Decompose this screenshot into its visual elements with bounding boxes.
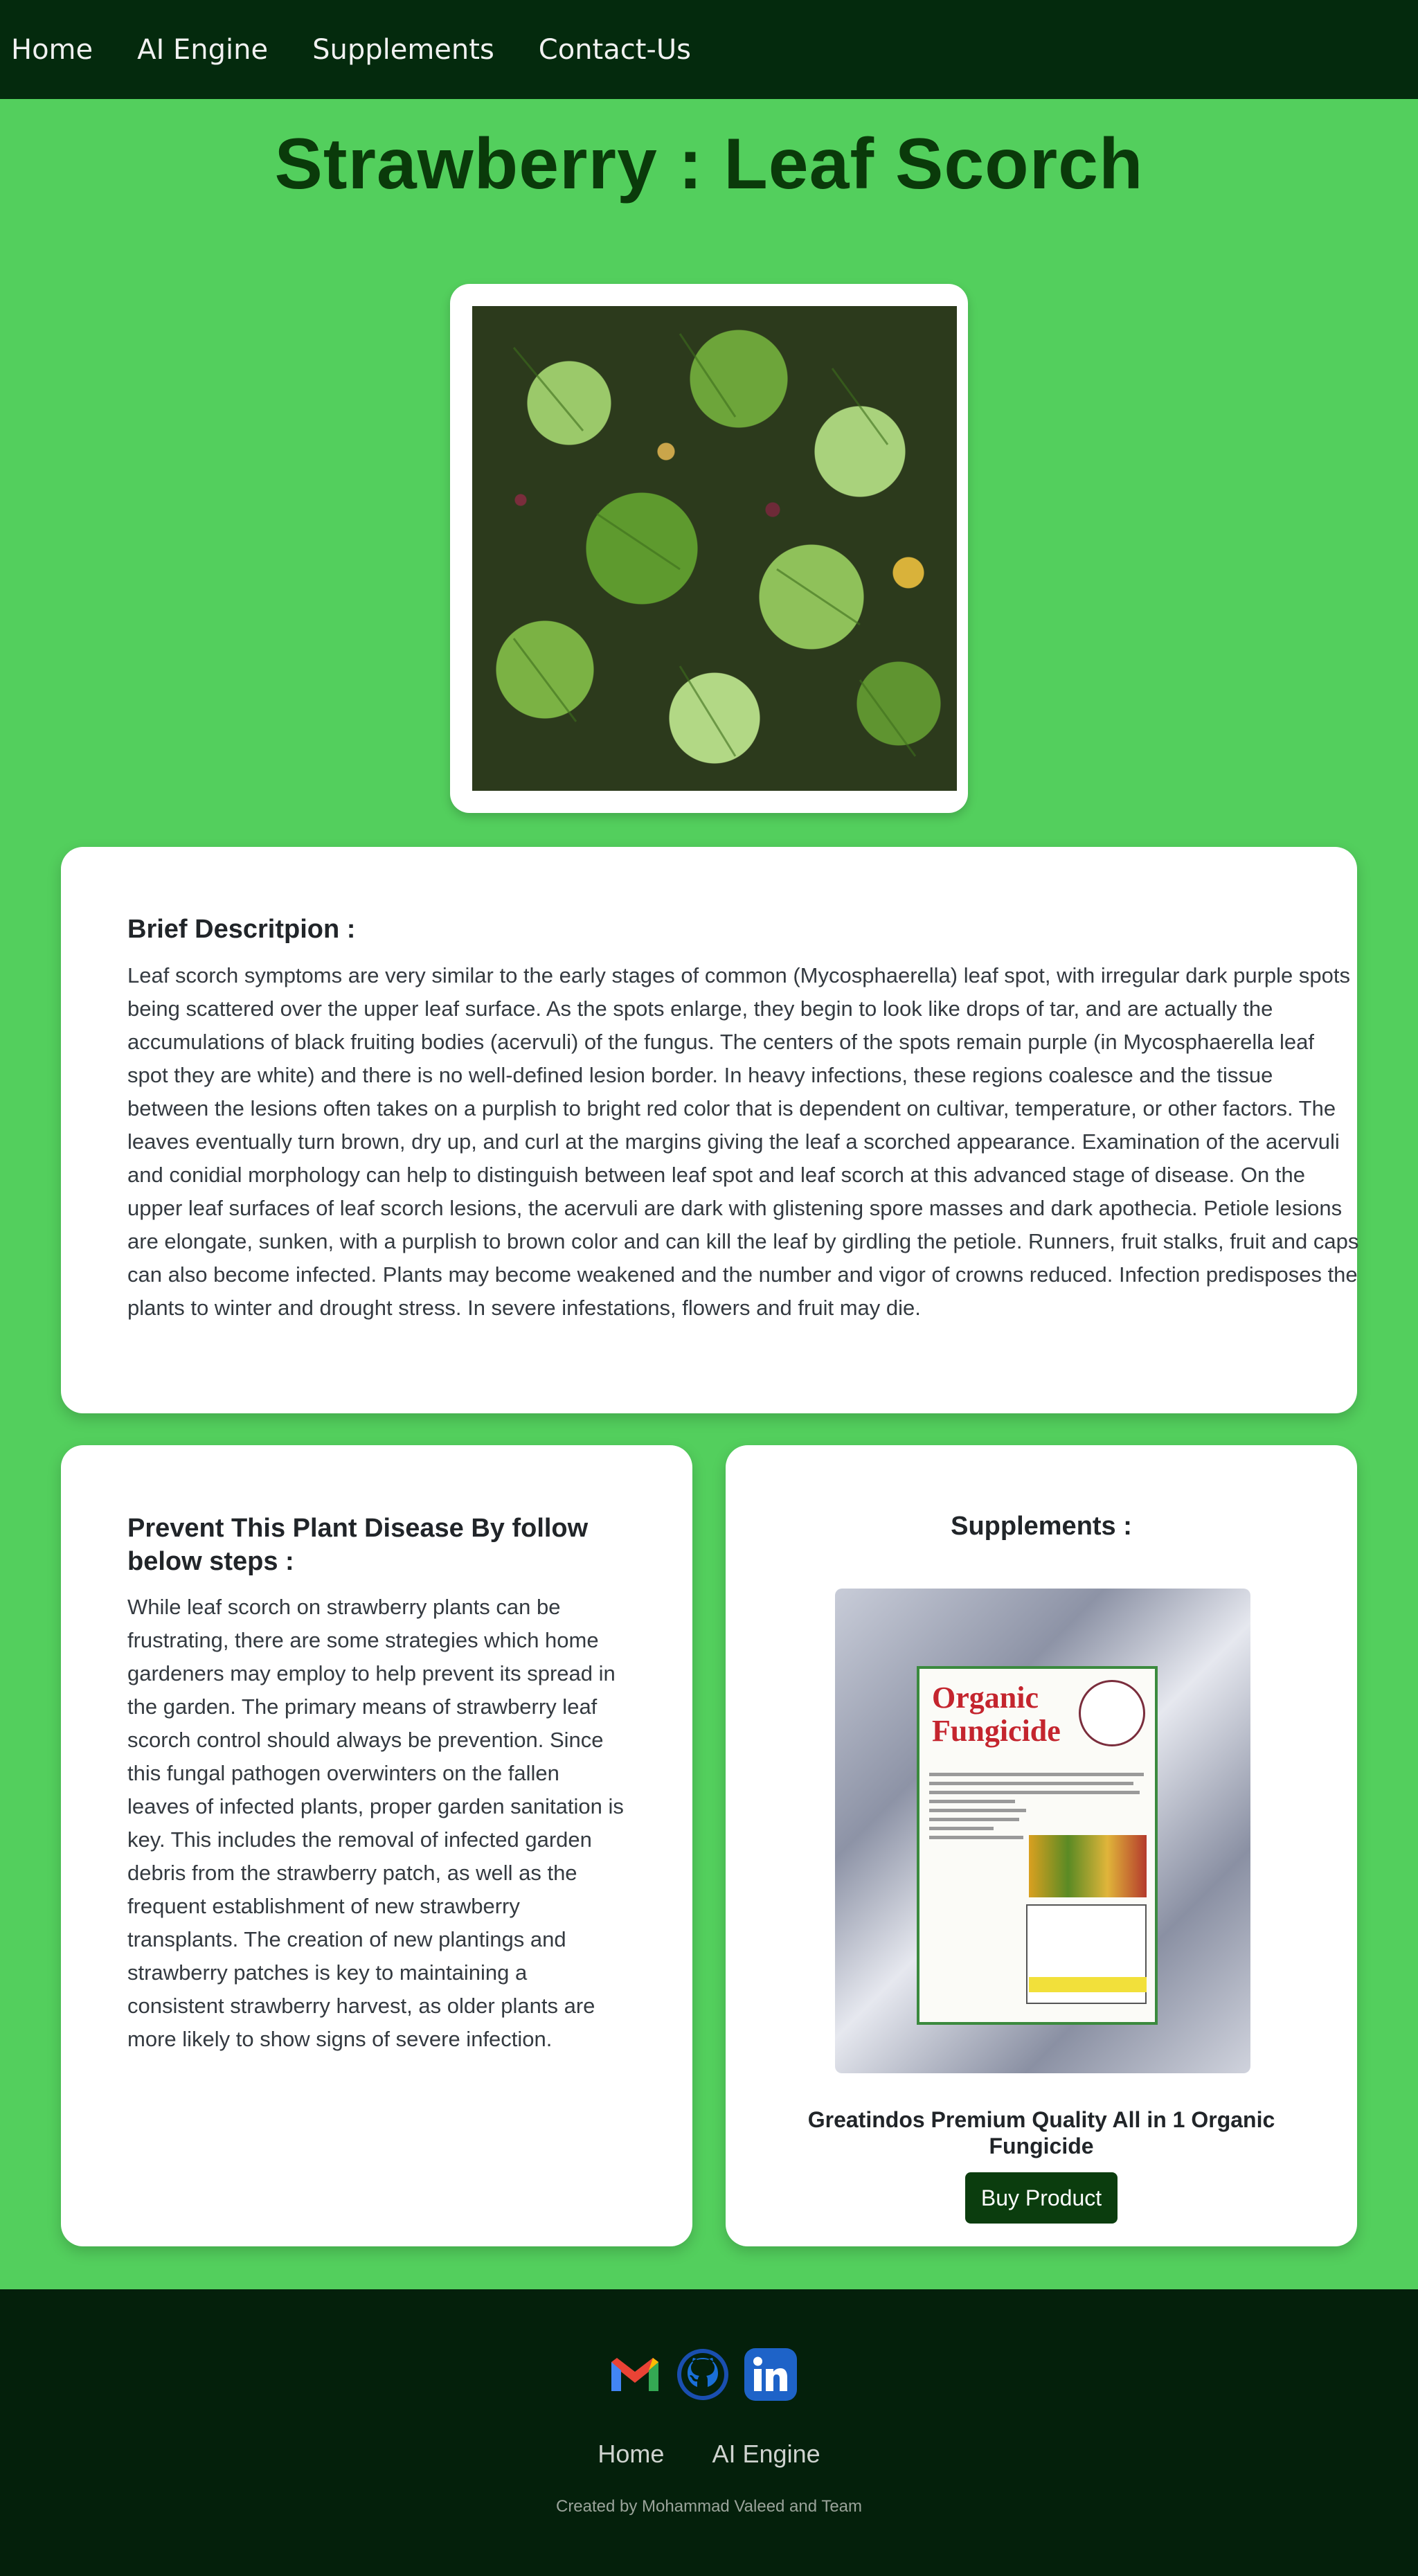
fruit-picture-icon (1029, 1835, 1147, 1897)
footer-home-link[interactable]: Home (598, 2440, 664, 2468)
label-yellow-strip (1029, 1977, 1147, 1992)
supplements-heading: Supplements : (951, 1512, 1132, 1541)
product-image: Organic Fungicide (835, 1589, 1250, 2073)
product-label-title: Organic Fungicide (932, 1681, 1061, 1748)
supplements-card: Supplements : Organic Fungicide Greatind… (726, 1445, 1357, 2246)
brand-logo-icon (1079, 1680, 1145, 1746)
nav-home-link[interactable]: Home (11, 34, 93, 66)
disease-image-card (450, 284, 968, 813)
prevention-card: Prevent This Plant Disease By follow bel… (61, 1445, 692, 2246)
page-title: Strawberry : Leaf Scorch (274, 124, 1144, 204)
social-links (607, 2347, 798, 2402)
nav-contact-us-link[interactable]: Contact-Us (539, 34, 691, 66)
strawberry-leaf-photo (472, 306, 957, 791)
linkedin-icon[interactable] (743, 2347, 798, 2402)
nav-supplements-link[interactable]: Supplements (312, 34, 494, 66)
footer-ai-engine-link[interactable]: AI Engine (712, 2440, 820, 2468)
footer-credit: Created by Mohammad Valeed and Team (555, 2497, 863, 2516)
prevention-heading: Prevent This Plant Disease By follow bel… (127, 1514, 589, 1576)
buy-product-button[interactable]: Buy Product (965, 2172, 1118, 2224)
gmail-icon[interactable] (607, 2347, 663, 2402)
prevention-text: While leaf scorch on strawberry plants c… (127, 1595, 624, 2051)
description-heading: Brief Descritpion : (127, 915, 356, 944)
product-name: Greatindos Premium Quality All in 1 Orga… (807, 2107, 1275, 2158)
nav-ai-engine-link[interactable]: AI Engine (137, 34, 268, 66)
label-text-lines (929, 1773, 1144, 1845)
github-icon[interactable] (675, 2347, 730, 2402)
top-navbar: Home AI Engine Supplements Contact-Us (0, 0, 1418, 99)
leaf-vein-overlay (512, 333, 917, 757)
description-text: Leaf scorch symptoms are very similar to… (127, 963, 1359, 1320)
footer: Home AI Engine Created by Mohammad Valee… (0, 2289, 1418, 2576)
description-card: Brief Descritpion : Leaf scorch symptoms… (61, 847, 1359, 1413)
footer-links: Home AI Engine (0, 2440, 1418, 2469)
product-label: Organic Fungicide (917, 1666, 1158, 2025)
